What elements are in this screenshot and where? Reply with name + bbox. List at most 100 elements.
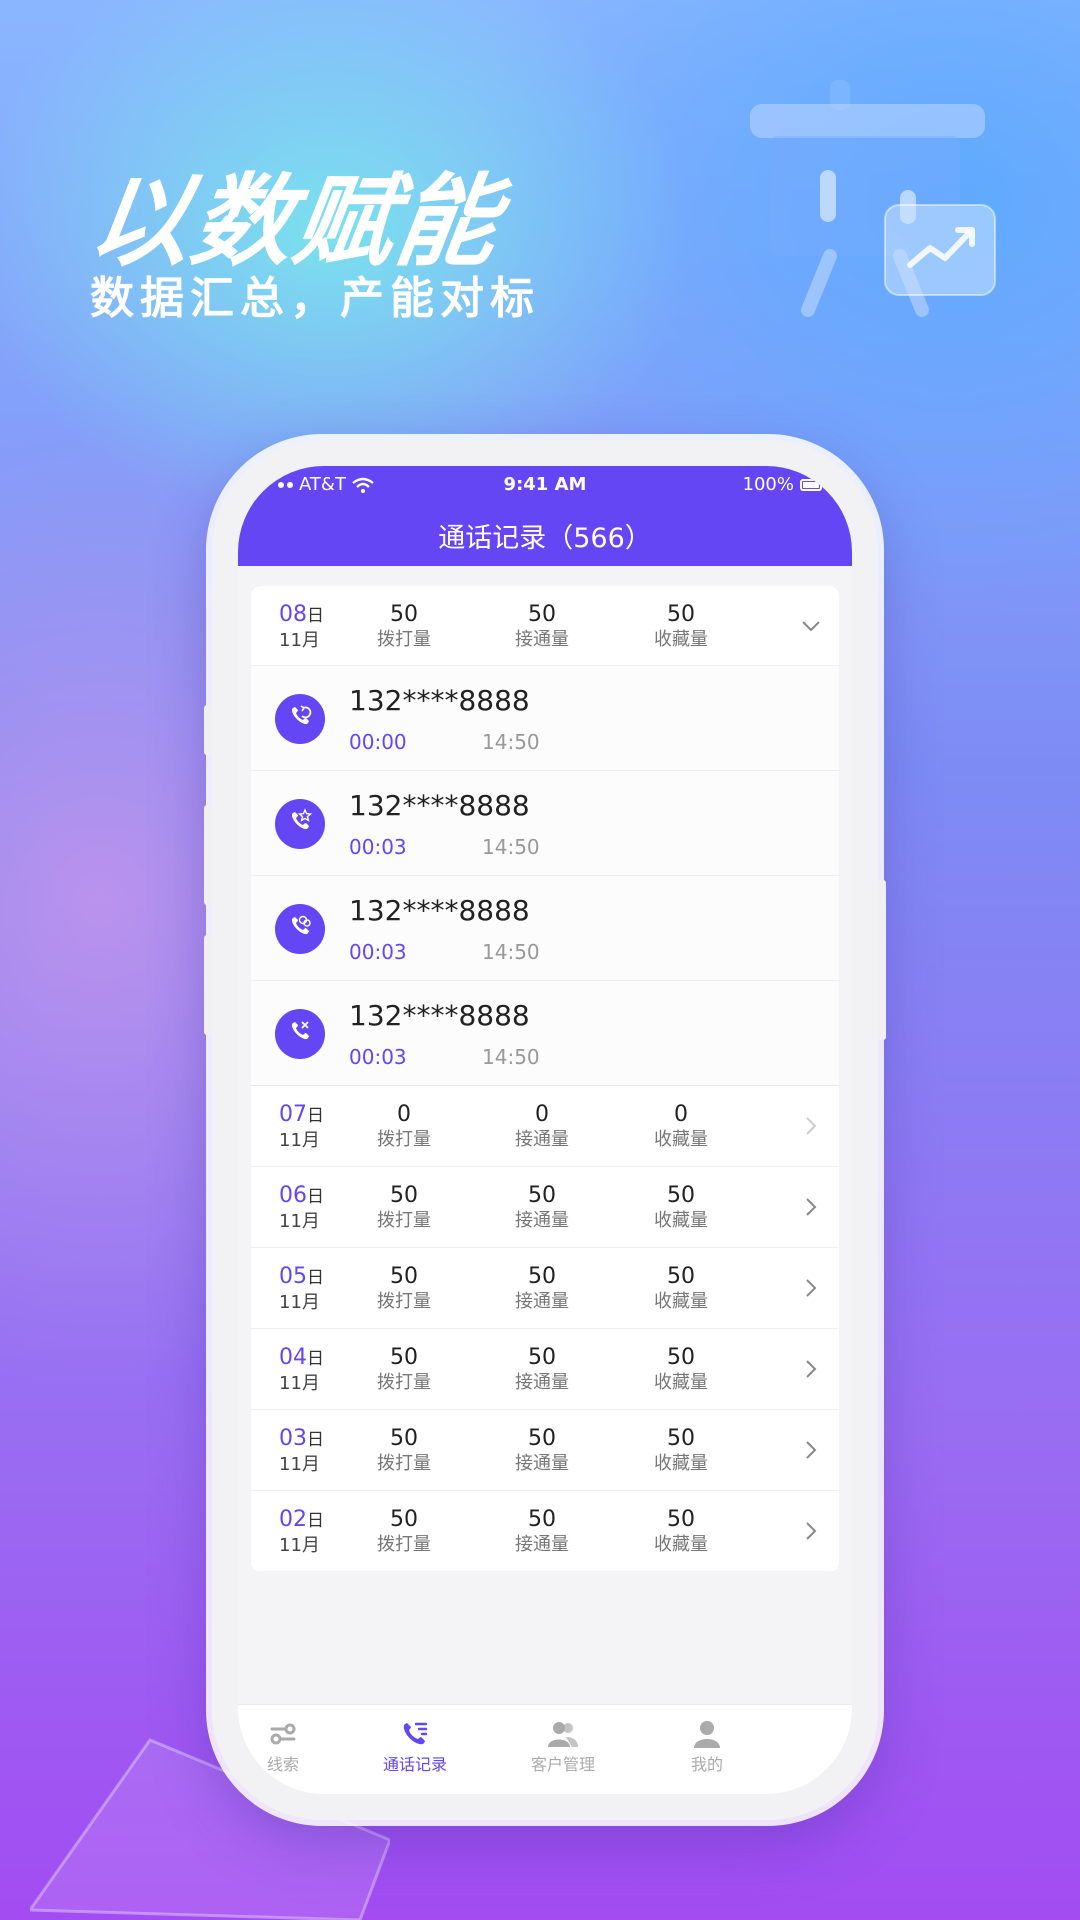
call-time: 14:50 xyxy=(482,835,540,859)
phone-chat-icon[interactable] xyxy=(275,904,325,954)
tab-label: 线索 xyxy=(266,1755,299,1774)
stat-label: 收藏量 xyxy=(654,1291,708,1312)
stat-value: 50 xyxy=(528,1345,556,1370)
date-day-suffix: 日 xyxy=(307,1349,324,1369)
date-day: 02日 xyxy=(279,1507,324,1534)
day-summary-row[interactable]: 08日 11月 50 拨打量 50 接通量 50 收藏量 xyxy=(251,586,839,666)
day-summary-row[interactable]: 06日 11月 50 拨打量 50 接通量 50 收藏量 xyxy=(251,1167,839,1248)
chevron-right-icon[interactable] xyxy=(799,1438,823,1462)
day-summary-row[interactable]: 05日 11月 50 拨打量 50 接通量 50 收藏量 xyxy=(251,1248,839,1329)
stat-value: 50 xyxy=(667,1426,695,1451)
call-log-icon xyxy=(403,1722,428,1745)
call-row[interactable]: 132****8888 00:03 14:50 xyxy=(251,876,839,981)
date-month: 11月 xyxy=(279,630,320,651)
phone-redial-icon[interactable] xyxy=(275,694,325,744)
chevron-right-icon[interactable] xyxy=(799,1276,823,1300)
phone-side-button xyxy=(878,880,886,1040)
customers-icon xyxy=(548,1722,578,1747)
app-screen: AT&T 9:41 AM 100% 通话记录（566） 08日 11月 50 拨打量 5… xyxy=(238,466,852,1794)
stat-label: 接通量 xyxy=(515,1291,569,1312)
date-day: 07日 xyxy=(279,1102,324,1129)
stat-favorited: 50 收藏量 xyxy=(631,1183,731,1233)
date-month: 11月 xyxy=(279,1130,320,1151)
tab-profile[interactable]: 我的 xyxy=(642,1719,772,1775)
stat-value: 50 xyxy=(667,1507,695,1532)
chevron-right-icon[interactable] xyxy=(799,1195,823,1219)
stat-label: 拨打量 xyxy=(377,1291,431,1312)
stat-connected: 0 接通量 xyxy=(492,1102,592,1152)
page-title: 通话记录（566） xyxy=(438,523,652,554)
stat-label: 拨打量 xyxy=(377,1372,431,1393)
stat-label: 接通量 xyxy=(515,629,569,650)
stat-connected: 50 接通量 xyxy=(492,1183,592,1233)
date-day-suffix: 日 xyxy=(307,1106,324,1126)
stat-dialed: 50 拨打量 xyxy=(354,1345,454,1395)
call-row[interactable]: 132****8888 00:00 14:50 xyxy=(251,666,839,771)
phone-star-icon[interactable] xyxy=(275,799,325,849)
stat-value: 50 xyxy=(390,1426,418,1451)
chevron-right-icon[interactable] xyxy=(799,1519,823,1543)
stat-label: 接通量 xyxy=(515,1534,569,1555)
tab-call-log[interactable]: 通话记录 xyxy=(350,1719,480,1775)
phone-missed-icon[interactable] xyxy=(275,1009,325,1059)
stat-label: 接通量 xyxy=(515,1453,569,1474)
stat-label: 接通量 xyxy=(515,1210,569,1231)
call-time: 14:50 xyxy=(482,940,540,964)
stat-dialed: 50 拨打量 xyxy=(354,1264,454,1314)
date-day-suffix: 日 xyxy=(307,1511,324,1531)
stat-label: 收藏量 xyxy=(654,1453,708,1474)
date-month: 11月 xyxy=(279,1454,320,1475)
chevron-right-icon[interactable] xyxy=(799,1114,823,1138)
date-month: 11月 xyxy=(279,1211,320,1232)
chevron-right-icon[interactable] xyxy=(799,1357,823,1381)
stat-favorited: 50 收藏量 xyxy=(631,1345,731,1395)
date-day-number: 03 xyxy=(279,1426,307,1451)
tab-customers[interactable]: 客户管理 xyxy=(498,1719,628,1775)
call-duration: 00:03 xyxy=(349,835,407,859)
stat-label: 收藏量 xyxy=(654,629,708,650)
stat-favorited: 50 收藏量 xyxy=(631,602,731,652)
tab-clues[interactable]: 线索 xyxy=(238,1719,348,1775)
stat-label: 收藏量 xyxy=(654,1534,708,1555)
date-block: 08日 11月 xyxy=(279,602,324,653)
day-summary-row[interactable]: 04日 11月 50 拨打量 50 接通量 50 收藏量 xyxy=(251,1329,839,1410)
call-row[interactable]: 132****8888 00:03 14:50 xyxy=(251,981,839,1086)
date-day: 03日 xyxy=(279,1426,324,1453)
day-summary-row[interactable]: 03日 11月 50 拨打量 50 接通量 50 收藏量 xyxy=(251,1410,839,1491)
stat-value: 50 xyxy=(390,602,418,627)
stat-connected: 50 接通量 xyxy=(492,1426,592,1476)
stat-connected: 50 接通量 xyxy=(492,1507,592,1557)
stat-favorited: 50 收藏量 xyxy=(631,1426,731,1476)
date-day: 04日 xyxy=(279,1345,324,1372)
stat-label: 收藏量 xyxy=(654,1210,708,1231)
date-day: 05日 xyxy=(279,1264,324,1291)
call-row[interactable]: 132****8888 00:03 14:50 xyxy=(251,771,839,876)
stat-dialed: 50 拨打量 xyxy=(354,602,454,652)
date-block: 02日 11月 xyxy=(279,1507,324,1558)
call-list: 132****8888 00:00 14:50 132****8888 00:03 14:… xyxy=(251,666,839,1086)
stat-value: 50 xyxy=(528,1426,556,1451)
date-block: 07日 11月 xyxy=(279,1102,324,1153)
stat-value: 50 xyxy=(528,1264,556,1289)
date-day-number: 05 xyxy=(279,1264,307,1289)
stat-value: 50 xyxy=(390,1507,418,1532)
stat-connected: 50 接通量 xyxy=(492,1264,592,1314)
stat-value: 0 xyxy=(674,1102,688,1127)
phone-side-button xyxy=(204,935,212,1035)
date-block: 03日 11月 xyxy=(279,1426,324,1477)
tab-label: 客户管理 xyxy=(530,1755,595,1774)
stat-value: 50 xyxy=(390,1183,418,1208)
stat-favorited: 50 收藏量 xyxy=(631,1507,731,1557)
day-summary-row[interactable]: 02日 11月 50 拨打量 50 接通量 50 收藏量 xyxy=(251,1491,839,1572)
date-block: 06日 11月 xyxy=(279,1183,324,1234)
stat-value: 50 xyxy=(667,1264,695,1289)
stat-label: 拨打量 xyxy=(377,1129,431,1150)
call-number: 132****8888 xyxy=(349,894,530,927)
stat-value: 0 xyxy=(397,1102,411,1127)
stat-dialed: 0 拨打量 xyxy=(354,1102,454,1152)
day-summary-row[interactable]: 07日 11月 0 拨打量 0 接通量 0 收藏量 xyxy=(251,1086,839,1167)
stat-connected: 50 接通量 xyxy=(492,1345,592,1395)
call-duration: 00:00 xyxy=(349,730,407,754)
chevron-down-icon[interactable] xyxy=(799,614,823,638)
call-number: 132****8888 xyxy=(349,789,530,822)
